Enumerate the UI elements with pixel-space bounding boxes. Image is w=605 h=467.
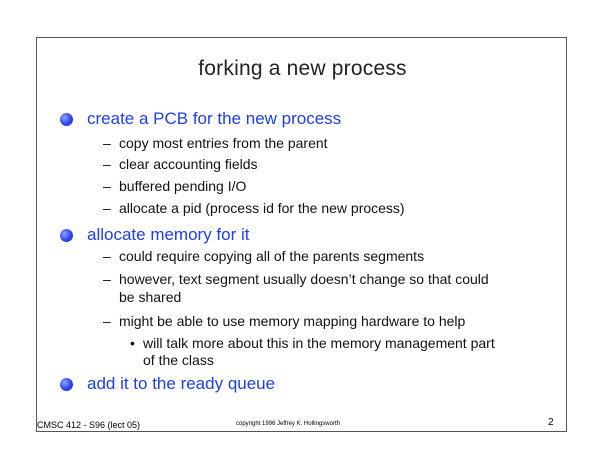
sub-item: – could require copying all of the parent… [103, 248, 425, 264]
sub-item: – might be able to use memory mapping har… [103, 313, 466, 329]
bullet-dot-icon [60, 112, 73, 126]
bullet-text: add it to the ready queue [87, 374, 276, 393]
bullet-3: add it to the ready queue [60, 374, 275, 394]
page-number: 2 [548, 417, 554, 428]
bullet-dot-icon [60, 377, 73, 391]
subsub-item-continuation: of the class [143, 352, 214, 368]
sub-item: – allocate a pid (process id for the new … [103, 200, 405, 216]
footer-copyright: copyright 1996 Jeffrey K. Hollingsworth [236, 421, 340, 427]
bullet-1: create a PCB for the new process [60, 109, 341, 129]
footer-course-label: CMSC 412 - S96 (lect 05) [37, 420, 141, 430]
bullet-dot-icon [60, 228, 73, 242]
sub-item: – copy most entries from the parent [103, 135, 328, 151]
bullet-2: allocate memory for it [60, 225, 250, 245]
slide-title: forking a new process [198, 57, 407, 80]
bullet-text: allocate memory for it [87, 225, 250, 244]
sub-item: – clear accounting fields [103, 156, 258, 172]
sub-item-continuation: be shared [119, 289, 182, 305]
sub-item: – however, text segment usually doesn’t c… [103, 271, 489, 287]
sub-item: – buffered pending I/O [103, 178, 247, 194]
bullet-text: create a PCB for the new process [87, 109, 342, 128]
